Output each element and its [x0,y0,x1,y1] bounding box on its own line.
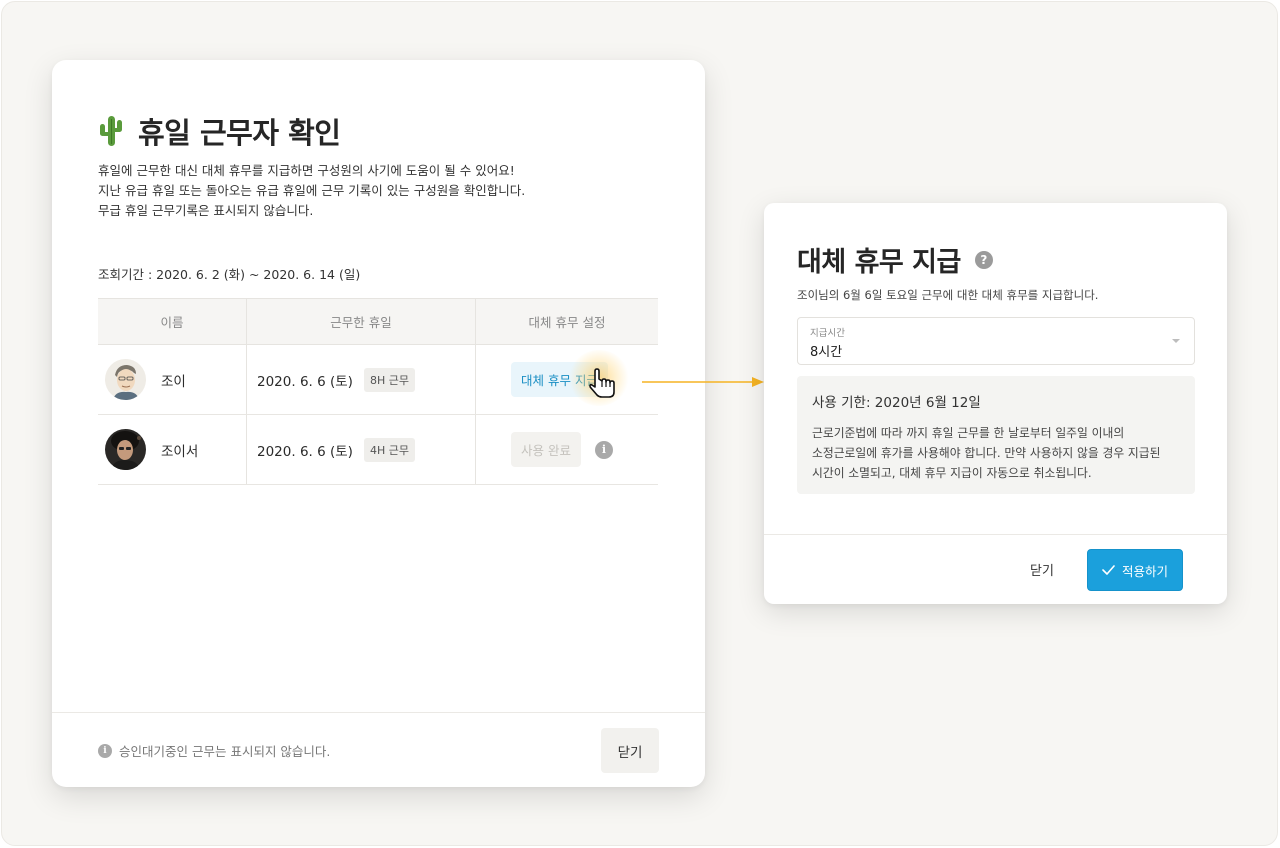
grant-hours-select[interactable]: 지급시간 8시간 [797,317,1195,365]
footer-divider [764,534,1227,535]
info-icon: i [98,743,112,758]
hand-cursor-icon [587,367,621,401]
query-period: 조회기간 : 2020. 6. 2 (화) ~ 2020. 6. 14 (일) [98,267,361,282]
select-label: 지급시간 [810,328,845,339]
description-line: 소정근로일에 휴가를 사용해야 합니다. 만약 사용하지 않을 경우 지급된 [812,446,1161,460]
cactus-icon [98,114,124,148]
table-row: 조이서 2020. 6. 6 (토) 4H 근무 사용 완료 i [98,415,658,485]
hours-badge: 8H 근무 [363,367,415,392]
used-complete-button: 사용 완료 [511,432,581,467]
description: 휴일에 근무한 대신 대체 휴무를 지급하면 구성원의 사기에 도움이 될 수 … [98,161,525,221]
column-header-name: 이름 [98,299,247,344]
description-line: 시간이 소멸되고, 대체 휴무 지급이 자동으로 취소됩니다. [812,466,1092,480]
modal-subtitle: 조이님의 6월 6일 토요일 근무에 대한 대체 휴무를 지급합니다. [797,288,1099,302]
deadline-text: 사용 기한: 2020년 6월 12일 [812,395,981,411]
column-header-setting: 대체 휴무 설정 [528,315,606,330]
apply-label: 적용하기 [1121,563,1168,579]
description-line: 지난 유급 휴일 또는 돌아오는 유급 휴일에 근무 기록이 있는 구성원을 확… [98,183,526,198]
grant-substitute-leave-modal: 대체 휴무 지급 ? 조이님의 6월 6일 토요일 근무에 대한 대체 휴무를 … [764,203,1227,604]
connector-arrow [642,377,764,387]
holiday-cell: 2020. 6. 6 (토) 8H 근무 [247,345,476,414]
help-icon[interactable]: ? [974,250,993,269]
chevron-down-icon [1172,339,1180,343]
footer-note-text: 승인대기중인 근무는 표시되지 않습니다. [119,744,331,759]
modal-title: 대체 휴무 지급 [797,247,961,278]
avatar [105,429,146,470]
setting-cell: 사용 완료 i [476,415,658,484]
close-button[interactable]: 닫기 [1030,560,1054,579]
footer-note: i 승인대기중인 근무는 표시되지 않습니다. [98,741,330,760]
info-icon[interactable]: i [594,440,613,459]
table-row: 조이 2020. 6. 6 (토) 8H 근무 대체 휴무 지급 [98,345,658,415]
avatar [105,359,146,400]
table-header: 이름 근무한 휴일 대체 휴무 설정 [98,298,658,345]
modal-header: 대체 휴무 지급 ? [797,240,993,279]
name-cell: 조이 [98,345,247,414]
deadline-description: 근로기준법에 따라 까지 휴일 근무를 한 날로부터 일주일 이내의 소정근로일… [812,423,1180,483]
check-icon [1102,563,1115,578]
deadline-info-panel: 사용 기한: 2020년 6월 12일 근로기준법에 따라 까지 휴일 근무를 … [797,376,1195,494]
close-button[interactable]: 닫기 [601,728,659,773]
holiday-workers-modal: 휴일 근무자 확인 휴일에 근무한 대신 대체 휴무를 지급하면 구성원의 사기… [52,60,705,787]
holiday-date: 2020. 6. 6 (토) [257,373,353,390]
canvas: 휴일 근무자 확인 휴일에 근무한 대신 대체 휴무를 지급하면 구성원의 사기… [1,1,1278,846]
setting-cell: 대체 휴무 지급 [476,345,658,414]
holiday-cell: 2020. 6. 6 (토) 4H 근무 [247,415,476,484]
description-line: 휴일에 근무한 대신 대체 휴무를 지급하면 구성원의 사기에 도움이 될 수 … [98,163,515,178]
modal-header: 휴일 근무자 확인 [98,110,341,152]
apply-button[interactable]: 적용하기 [1087,549,1183,591]
footer-divider [52,712,705,713]
description-line: 근로기준법에 따라 까지 휴일 근무를 한 날로부터 일주일 이내의 [812,426,1125,440]
employee-name: 조이서 [161,443,199,460]
employee-name: 조이 [161,373,186,390]
hours-badge: 4H 근무 [363,437,415,462]
select-value: 8시간 [810,345,843,360]
column-header-holiday: 근무한 휴일 [247,299,476,344]
description-line: 무급 휴일 근무기록은 표시되지 않습니다. [98,203,314,218]
holiday-date: 2020. 6. 6 (토) [257,443,353,460]
page-title: 휴일 근무자 확인 [138,116,341,150]
name-cell: 조이서 [98,415,247,484]
holiday-workers-table: 이름 근무한 휴일 대체 휴무 설정 조이 2020. 6. 6 (토) 8H … [98,298,658,485]
